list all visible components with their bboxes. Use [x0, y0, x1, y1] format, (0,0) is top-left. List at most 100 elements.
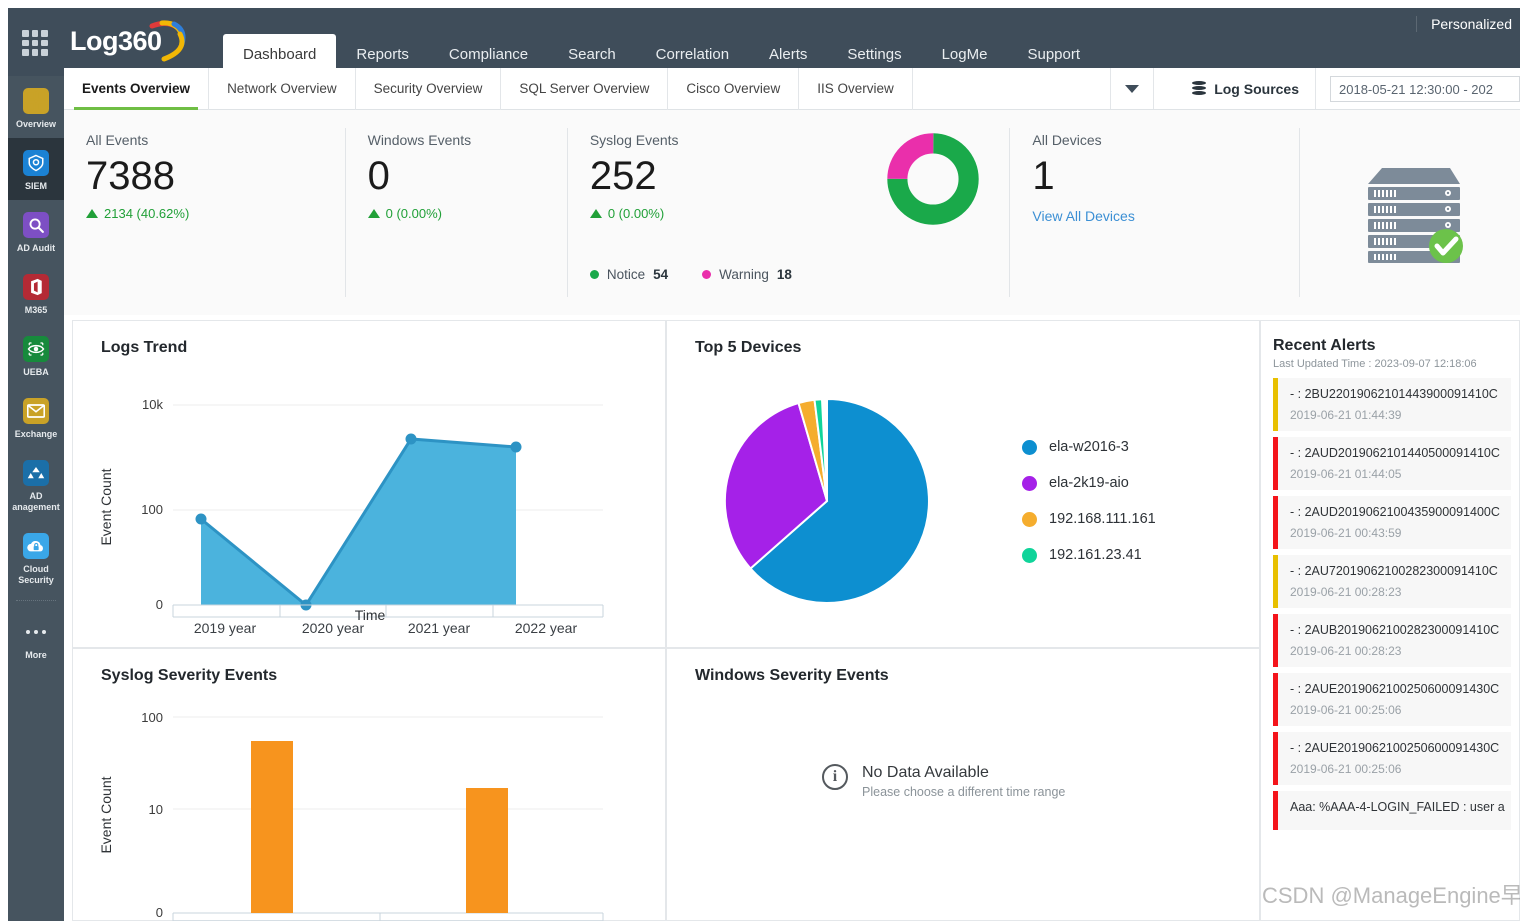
legend-color-dot: [1022, 511, 1037, 527]
ellipsis-icon: [23, 619, 49, 645]
donut-chart: [887, 133, 979, 225]
svg-text:Event Count: Event Count: [98, 468, 114, 545]
syslog-severity-widget: Syslog Severity Events 100 10 0 Event Co…: [72, 648, 666, 921]
svg-text:100: 100: [141, 502, 163, 517]
alert-message: Aaa: %AAA-4-LOGIN_FAILED : user a: [1290, 800, 1505, 814]
alert-message: - : 2AUE2019062100250600091430C: [1290, 741, 1500, 755]
alert-message: - : 2AUB2019062100282300091410C: [1290, 623, 1500, 637]
kpi-windows-events: Windows Events 0 0 (0.00%): [346, 110, 567, 315]
top5-legend: ela-w2016-3 ela-2k19-aio 192.168.111.161 19…: [1022, 439, 1156, 583]
sidebar-item-label: Exchange: [14, 429, 58, 439]
info-icon: i: [822, 764, 848, 790]
sidebar-item-ad-audit[interactable]: AD Audit: [8, 200, 64, 262]
no-data-message: i No Data Available Please choose a diff…: [822, 764, 1065, 799]
sidebar-item-siem[interactable]: SIEM: [8, 138, 64, 200]
legend-item[interactable]: 192.168.111.161: [1022, 511, 1156, 527]
kpi-all-devices: All Devices 1 View All Devices: [1010, 110, 1298, 315]
sidebar-item-label: Overview: [15, 119, 57, 129]
alert-list-item[interactable]: - : 2AUD2019062101440500091410C 2019-06-2…: [1273, 437, 1511, 490]
legend-item[interactable]: ela-2k19-aio: [1022, 475, 1156, 491]
tab-events-overview[interactable]: Events Overview: [64, 68, 210, 110]
tab-sql-server-overview[interactable]: SQL Server Overview: [501, 68, 669, 110]
tab-iis-overview[interactable]: IIS Overview: [799, 68, 913, 110]
shield-icon: [23, 150, 49, 176]
legend-label: 192.168.111.161: [1049, 511, 1156, 527]
recent-alerts-updated: Last Updated Time : 2023-09-07 12:18:06: [1273, 358, 1477, 370]
sidebar-item-ad-management[interactable]: AD anagement: [8, 448, 64, 521]
chevron-down-icon: [1125, 84, 1140, 93]
sidebar-item-label: More: [25, 650, 47, 660]
alert-list-item[interactable]: - : 2AUD2019062100435900091400C 2019-06-2…: [1273, 496, 1511, 549]
legend-label: ela-w2016-3: [1049, 439, 1129, 455]
sidebar-item-overview[interactable]: Overview: [8, 76, 64, 138]
tab-security-overview[interactable]: Security Overview: [356, 68, 502, 110]
sidebar-item-label: AD anagement: [12, 491, 60, 512]
tab-cisco-overview[interactable]: Cisco Overview: [668, 68, 800, 110]
alert-list-item[interactable]: Aaa: %AAA-4-LOGIN_FAILED : user a: [1273, 791, 1511, 830]
alert-message: - : 2AUE2019062100250600091430C: [1290, 682, 1500, 696]
syslog-severity-title: Syslog Severity Events: [101, 667, 278, 684]
alert-timestamp: 2019-06-21 00:28:23: [1290, 644, 1402, 658]
tab-network-overview[interactable]: Network Overview: [209, 68, 356, 110]
alert-list-item[interactable]: - : 2AU72019062100282300091410C 2019-06-2…: [1273, 555, 1511, 608]
windows-severity-widget: Windows Severity Events i No Data Availa…: [666, 648, 1260, 921]
database-icon: [1192, 80, 1207, 97]
more-tabs-button[interactable]: [1110, 68, 1155, 109]
sidebar-item-cloud-security[interactable]: Cloud Security: [8, 521, 64, 594]
sidebar-item-label: Cloud Security: [18, 564, 54, 585]
logs-trend-x-axis-label: Time: [354, 607, 386, 623]
top5-pie-chart: [723, 397, 930, 604]
people-icon: [23, 460, 49, 486]
legend-value: 54: [653, 267, 669, 282]
syslog-severity-donut: [856, 110, 1009, 315]
svg-text:10: 10: [149, 802, 163, 817]
recent-alerts-title: Recent Alerts: [1273, 337, 1376, 354]
legend-item[interactable]: 192.161.23.41: [1022, 547, 1156, 563]
top-navigation-bar: Log360 Dashboard Reports Compliance Search C…: [8, 8, 1520, 76]
legend-item[interactable]: ela-w2016-3: [1022, 439, 1156, 455]
trend-up-icon: [86, 209, 98, 218]
sub-tab-bar: Events Overview Network Overview Security …: [64, 68, 1520, 110]
product-sidebar: Overview SIEM AD Audit M365 UEBA Exchange AD an…: [8, 76, 64, 921]
legend-dot-warning: [702, 270, 712, 279]
view-all-devices-link[interactable]: View All Devices: [1032, 208, 1298, 224]
alert-timestamp: 2019-06-21 00:43:59: [1290, 526, 1402, 540]
legend-value: 18: [776, 267, 792, 282]
sidebar-item-ueba[interactable]: UEBA: [8, 324, 64, 386]
office-icon: [23, 274, 49, 300]
trend-up-icon: [367, 209, 380, 218]
alert-list-item[interactable]: - : 2BU22019062101443900091410C 2019-06-2…: [1273, 378, 1511, 431]
legend-color-dot: [1022, 475, 1037, 491]
personalized-button[interactable]: Personalized: [1416, 16, 1512, 32]
alert-list-item[interactable]: - : 2AUB2019062100282300091410C 2019-06-2…: [1273, 614, 1511, 667]
alert-list-item[interactable]: - : 2AUE2019062100250600091430C 2019-06-2…: [1273, 732, 1511, 785]
svg-text:10k: 10k: [142, 397, 163, 412]
kpi-title: All Devices: [1032, 132, 1102, 148]
kpi-delta-text: 0 (0.00%): [385, 206, 442, 221]
kpi-delta: 0 (0.00%): [367, 206, 567, 221]
envelope-icon: [23, 398, 49, 424]
kpi-value: 1: [1032, 154, 1055, 198]
legend-color-dot: [1022, 439, 1037, 455]
alert-list-item[interactable]: - : 2AUE2019062100250600091430C 2019-06-2…: [1273, 673, 1511, 726]
legend-label: Notice: [606, 267, 646, 282]
recent-alerts-header: Recent Alerts Last Updated Time : 2023-0…: [1261, 321, 1519, 370]
alert-timestamp: 2019-06-21 00:25:06: [1290, 703, 1402, 717]
sidebar-item-exchange[interactable]: Exchange: [8, 386, 64, 448]
log-sources-button[interactable]: Log Sources: [1176, 68, 1316, 109]
kpi-delta: 2134 (40.62%): [86, 206, 345, 221]
kpi-title: All Events: [86, 132, 149, 148]
kpi-value: 0: [367, 154, 390, 198]
date-range-input[interactable]: 2018-05-21 12:30:00 - 202: [1330, 75, 1520, 102]
eye-icon: [23, 336, 49, 362]
svg-text:0: 0: [156, 905, 163, 920]
sidebar-item-m365[interactable]: M365: [8, 262, 64, 324]
sidebar-item-more[interactable]: More: [8, 607, 64, 669]
top5-devices-widget: Top 5 Devices ela-w2016-3 ela-2k19-aio 192…: [666, 320, 1260, 648]
recent-alerts-widget: Recent Alerts Last Updated Time : 2023-0…: [1260, 320, 1520, 921]
app-grid-icon[interactable]: [22, 30, 48, 56]
device-status-illustration: [1300, 110, 1520, 315]
logs-trend-title: Logs Trend: [101, 339, 188, 356]
alert-timestamp: 2019-06-21 01:44:39: [1290, 408, 1402, 422]
legend-color-dot: [1022, 547, 1037, 563]
